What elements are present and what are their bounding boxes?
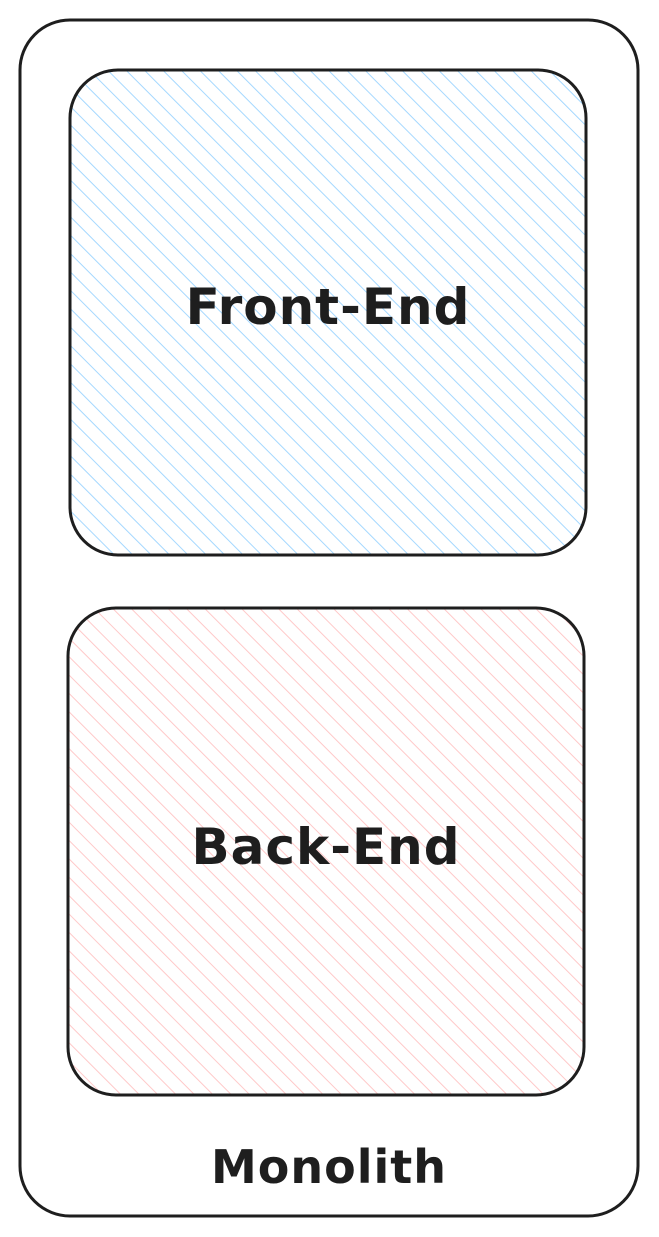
back-end-label: Back-End bbox=[191, 818, 461, 876]
monolith-diagram bbox=[18, 18, 640, 1218]
monolith-label: Monolith bbox=[210, 1140, 447, 1194]
front-end-label: Front-End bbox=[185, 278, 471, 336]
